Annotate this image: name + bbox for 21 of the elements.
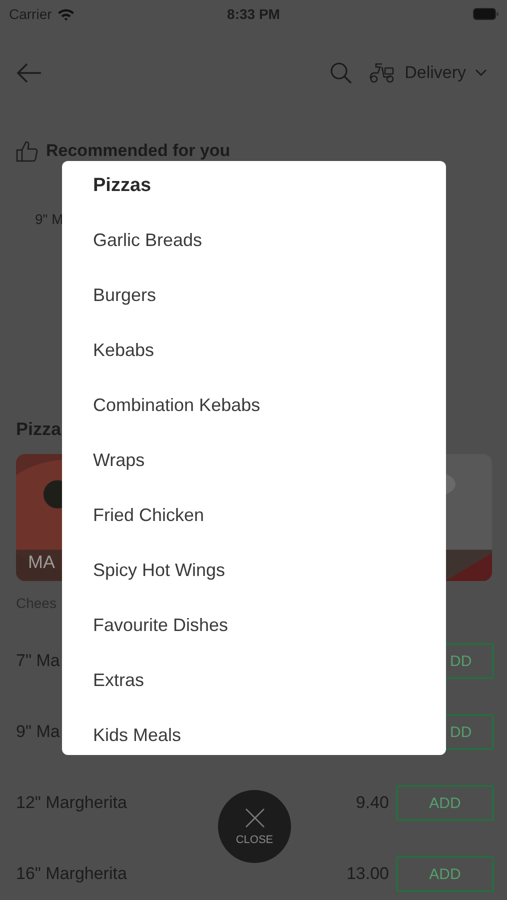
close-icon xyxy=(244,808,264,828)
menu-item[interactable]: Fried Chicken xyxy=(62,488,446,543)
menu-item[interactable]: Extras xyxy=(62,653,446,708)
menu-item[interactable]: Wraps xyxy=(62,433,446,488)
menu-item[interactable]: Garlic Breads xyxy=(62,213,446,268)
menu-item[interactable]: Kebabs xyxy=(62,323,446,378)
menu-item[interactable]: Kids Meals xyxy=(62,708,446,755)
menu-title[interactable]: Pizzas xyxy=(62,161,446,213)
thumbs-up-icon xyxy=(16,140,38,162)
chevron-down-icon[interactable] xyxy=(475,69,487,77)
menu-item[interactable]: Combination Kebabs xyxy=(62,378,446,433)
card-title: MA xyxy=(28,552,55,573)
wifi-icon xyxy=(56,8,75,20)
scooter-icon xyxy=(368,62,396,84)
battery-icon xyxy=(473,8,499,20)
menu-item[interactable]: Favourite Dishes xyxy=(62,598,446,653)
menu-item[interactable]: Spicy Hot Wings xyxy=(62,543,446,598)
close-button[interactable]: CLOSE xyxy=(218,790,291,863)
back-arrow-icon[interactable] xyxy=(16,63,42,83)
search-icon[interactable] xyxy=(330,62,352,84)
menu-item[interactable]: Burgers xyxy=(62,268,446,323)
